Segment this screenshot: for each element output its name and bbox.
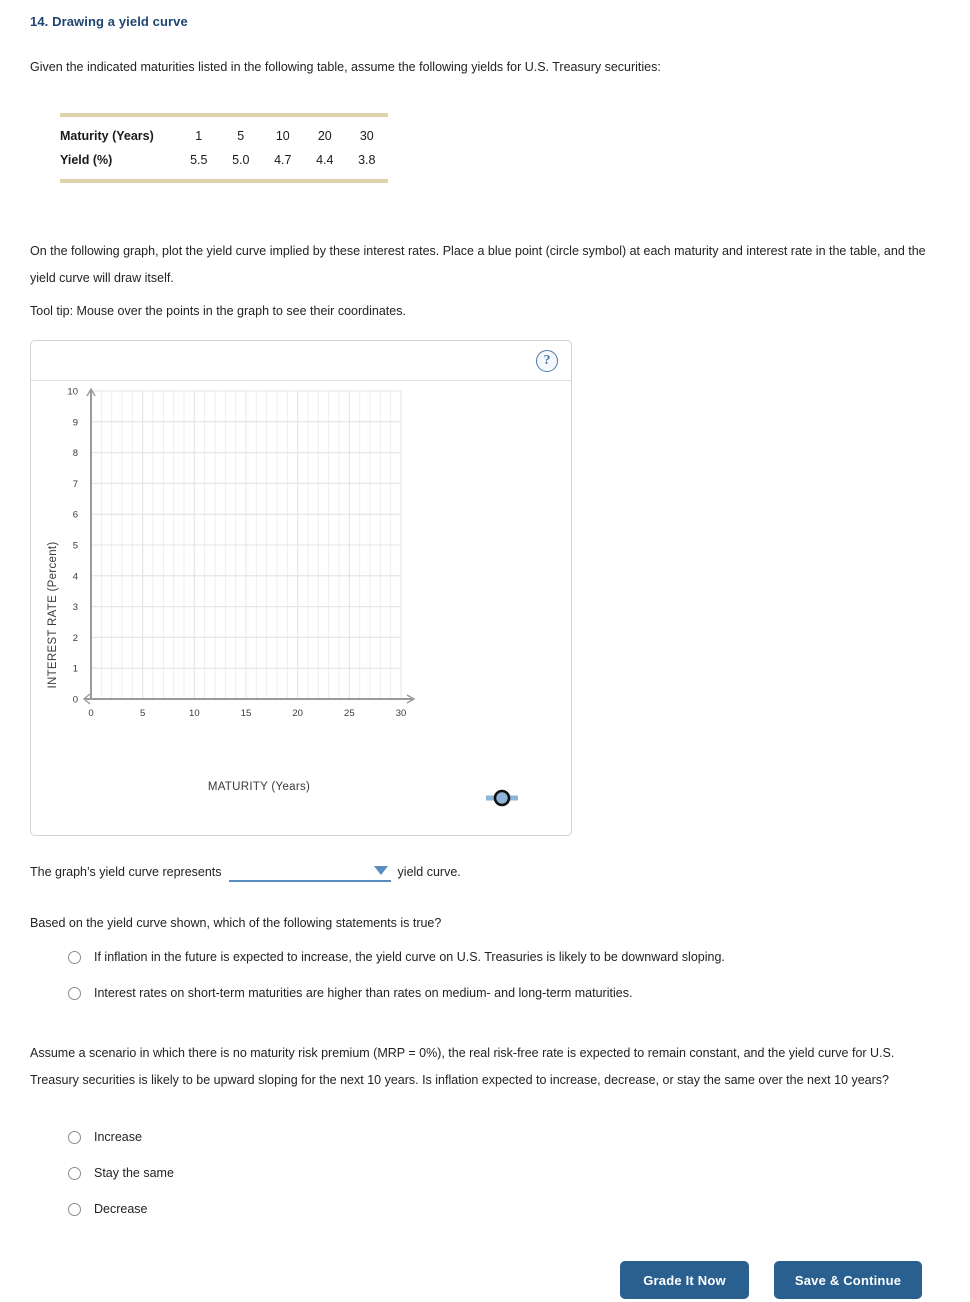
help-icon[interactable]: ? [536, 350, 558, 372]
svg-text:20: 20 [292, 708, 303, 719]
graph-panel-header: ? [31, 341, 571, 381]
svg-text:9: 9 [73, 417, 78, 428]
svg-text:4: 4 [73, 571, 78, 582]
svg-text:3: 3 [73, 602, 78, 613]
radio-label: Stay the same [94, 1166, 174, 1180]
question3-prompt: Assume a scenario in which there is no m… [30, 1046, 895, 1087]
radio-label: If inflation in the future is expected t… [94, 950, 725, 964]
svg-text:5: 5 [140, 708, 145, 719]
maturity-cell: 30 [359, 129, 374, 143]
yield-curve-chart[interactable]: 0 1 2 3 4 5 6 7 8 9 10 0 5 10 15 20 25 30 [31, 381, 571, 835]
yield-data-table: Maturity (Years) 1 5 10 20 30 Yield (%) … [60, 113, 388, 183]
intro-paragraph: Given the indicated maturities listed in… [30, 60, 661, 74]
svg-text:8: 8 [73, 448, 78, 459]
radio-circle-icon[interactable] [68, 950, 81, 964]
radio-circle-icon[interactable] [68, 1166, 81, 1180]
yield-cell: 4.4 [316, 153, 334, 167]
svg-text:10: 10 [189, 708, 200, 719]
row-label-maturity: Maturity (Years) [60, 129, 154, 143]
radio-circle-icon[interactable] [68, 1130, 81, 1144]
svg-text:0: 0 [73, 695, 78, 706]
radio-label: Decrease [94, 1202, 148, 1216]
svg-text:15: 15 [241, 708, 252, 719]
chevron-down-icon [373, 866, 388, 875]
question2-prompt: Based on the yield curve shown, which of… [30, 916, 442, 930]
svg-text:1: 1 [73, 664, 78, 675]
yield-cell: 3.8 [358, 153, 376, 167]
y-axis-label: INTEREST RATE (Percent) [47, 541, 59, 689]
svg-text:2: 2 [73, 633, 78, 644]
save-and-continue-button[interactable]: Save & Continue [774, 1261, 922, 1299]
svg-text:6: 6 [73, 510, 78, 521]
graph-panel[interactable]: ? INTEREST RATE (Percent) MATURITY (Year… [30, 340, 572, 836]
yield-cell: 5.5 [190, 153, 208, 167]
question2-options: If inflation in the future is expected t… [68, 950, 725, 1022]
radio-option-q3-3[interactable]: Decrease [68, 1202, 174, 1216]
maturity-cell: 20 [317, 129, 332, 143]
table-row-maturity: Maturity (Years) 1 5 10 20 30 [60, 124, 388, 148]
svg-text:0: 0 [88, 708, 93, 719]
tooltip-paragraph: Tool tip: Mouse over the points in the g… [30, 304, 406, 318]
yield-cell: 4.7 [274, 153, 292, 167]
radio-option-q2-1[interactable]: If inflation in the future is expected t… [68, 950, 725, 964]
question3-options: Increase Stay the same Decrease [68, 1130, 174, 1238]
maturity-cell: 1 [195, 129, 203, 143]
page-title: 14. Drawing a yield curve [30, 14, 188, 29]
svg-text:25: 25 [344, 708, 355, 719]
radio-option-q3-1[interactable]: Increase [68, 1130, 174, 1144]
dropdown-sentence-before: The graph’s yield curve represents [30, 865, 222, 879]
x-axis-label: MATURITY (Years) [207, 781, 311, 793]
plot-area[interactable]: INTEREST RATE (Percent) MATURITY (Years)… [31, 381, 571, 835]
radio-circle-icon[interactable] [68, 1202, 81, 1216]
grade-it-now-button[interactable]: Grade It Now [620, 1261, 749, 1299]
radio-circle-icon[interactable] [68, 986, 81, 1000]
svg-text:10: 10 [67, 387, 78, 398]
radio-option-q3-2[interactable]: Stay the same [68, 1166, 174, 1180]
maturity-cell: 5 [237, 129, 245, 143]
radio-option-q2-2[interactable]: Interest rates on short-term maturities … [68, 986, 725, 1000]
radio-label: Increase [94, 1130, 142, 1144]
plot-instruction-paragraph: On the following graph, plot the yield c… [30, 244, 926, 285]
yield-curve-type-sentence: The graph’s yield curve represents yield… [30, 862, 461, 882]
table-row-yield: Yield (%) 5.5 5.0 4.7 4.4 3.8 [60, 148, 388, 172]
row-label-yield: Yield (%) [60, 153, 113, 167]
svg-text:30: 30 [396, 708, 407, 719]
dropdown-sentence-after: yield curve. [397, 865, 461, 879]
yield-cell: 5.0 [232, 153, 250, 167]
svg-text:5: 5 [73, 541, 78, 552]
svg-text:7: 7 [73, 479, 78, 490]
yield-curve-type-select[interactable] [228, 862, 391, 882]
maturity-cell: 10 [275, 129, 290, 143]
blue-circle-point-tool-icon[interactable] [486, 789, 518, 807]
radio-label: Interest rates on short-term maturities … [94, 986, 633, 1000]
